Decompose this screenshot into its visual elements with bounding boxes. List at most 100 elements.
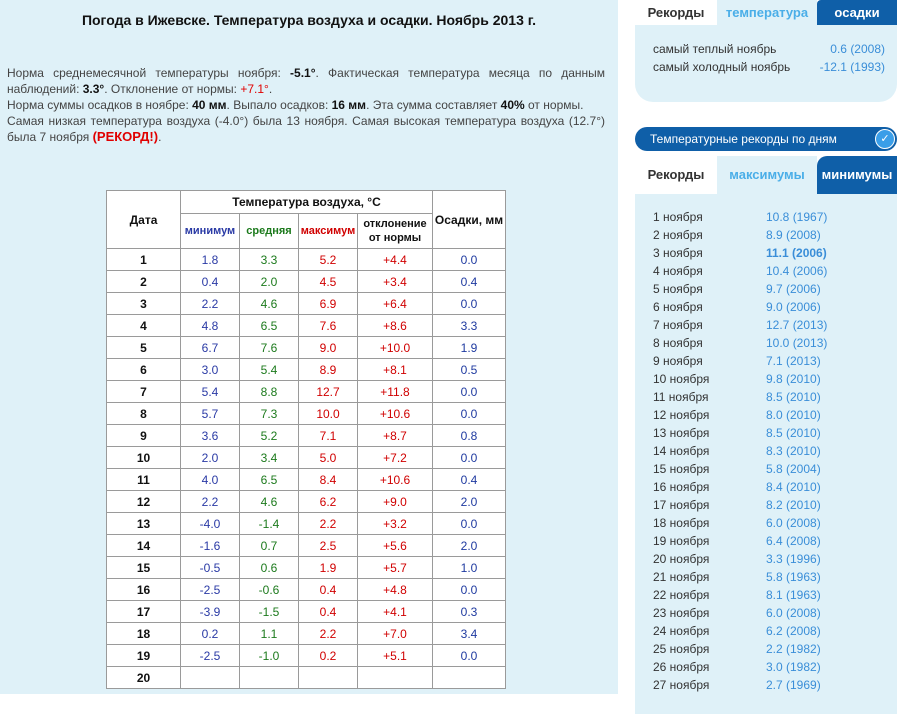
min-cell: 3.6: [180, 424, 240, 447]
day-cell: 4: [106, 314, 181, 337]
precip-cell: 0.0: [432, 248, 506, 271]
list-item: 14 ноября 8.3 (2010): [653, 444, 891, 462]
dev-cell: +10.6: [357, 468, 433, 491]
record-value: 9.8 (2010): [766, 372, 821, 386]
temperature-summary: Норма среднемесячной температуры ноября:…: [7, 66, 606, 96]
table-row: 3 2.2 4.6 6.9 +6.4 0.0: [106, 292, 506, 315]
tab-temperature[interactable]: температура: [717, 0, 817, 25]
record-value: 10.0 (2013): [766, 336, 828, 350]
list-item: 16 ноября 8.4 (2010): [653, 480, 891, 498]
table-row: 19 -2.5 -1.0 0.2 +5.1 0.0: [106, 644, 506, 667]
list-item: 17 ноября 8.2 (2010): [653, 498, 891, 516]
col-avg-header: средняя: [239, 213, 299, 249]
avg-cell: 8.8: [239, 380, 299, 403]
day-label: 1 ноября: [653, 210, 703, 224]
main-content: Погода в Ижевске. Температура воздуха и …: [0, 0, 618, 694]
precip-cell: 0.0: [432, 512, 506, 535]
max-cell: 2.2: [298, 512, 358, 535]
day-label: 16 ноября: [653, 480, 710, 494]
day-label: 8 ноября: [653, 336, 703, 350]
avg-cell: -1.4: [239, 512, 299, 535]
max-cell: 7.6: [298, 314, 358, 337]
list-item: 20 ноября 3.3 (1996): [653, 552, 891, 570]
day-cell: 10: [106, 446, 181, 469]
avg-cell: 3.3: [239, 248, 299, 271]
day-cell: 17: [106, 600, 181, 623]
table-body: 1 1.8 3.3 5.2 +4.4 0.0 2 0.4 2.0 4.5 +3.4 0.4 3 2.2 4.…: [106, 248, 506, 689]
list-item: 13 ноября 8.5 (2010): [653, 426, 891, 444]
avg-cell: -1.0: [239, 644, 299, 667]
max-cell: 8.9: [298, 358, 358, 381]
list-item: 1 ноября 10.8 (1967): [653, 210, 891, 228]
col-precip-header: Осадки, мм: [432, 190, 506, 249]
record-value: 3.3 (1996): [766, 552, 821, 566]
daily-records-header[interactable]: Температурные рекорды по дням ✓: [635, 127, 897, 151]
day-cell: 5: [106, 336, 181, 359]
table-row: 1 1.8 3.3 5.2 +4.4 0.0: [106, 248, 506, 271]
list-item: 24 ноября 6.2 (2008): [653, 624, 891, 642]
day-label: 7 ноября: [653, 318, 703, 332]
max-cell: 8.4: [298, 468, 358, 491]
min-cell: 5.7: [180, 402, 240, 425]
day-cell: 6: [106, 358, 181, 381]
table-row: 13 -4.0 -1.4 2.2 +3.2 0.0: [106, 512, 506, 535]
record-value: 12.7 (2013): [766, 318, 828, 332]
table-row: 12 2.2 4.6 6.2 +9.0 2.0: [106, 490, 506, 513]
list-item: 9 ноября 7.1 (2013): [653, 354, 891, 372]
table-row: 4 4.8 6.5 7.6 +8.6 3.3: [106, 314, 506, 337]
record-value: 8.2 (2010): [766, 498, 821, 512]
temp-norm: -5.1°: [290, 66, 316, 80]
list-item: 5 ноября 9.7 (2006): [653, 282, 891, 300]
dev-cell: +7.0: [357, 622, 433, 645]
dev-cell: +4.8: [357, 578, 433, 601]
avg-cell: 1.1: [239, 622, 299, 645]
avg-cell: 3.4: [239, 446, 299, 469]
chevron-down-icon[interactable]: ✓: [875, 129, 895, 149]
daily-records-list: 1 ноября 10.8 (1967) 2 ноября 8.9 (2008) 3 н…: [635, 194, 897, 714]
table-row: 16 -2.5 -0.6 0.4 +4.8 0.0: [106, 578, 506, 601]
tab-precipitation[interactable]: осадки: [817, 0, 897, 25]
table-row: 11 4.0 6.5 8.4 +10.6 0.4: [106, 468, 506, 491]
max-cell: 12.7: [298, 380, 358, 403]
col-temp-header: Температура воздуха, °С: [180, 190, 433, 214]
dev-cell: +5.7: [357, 556, 433, 579]
list-item: 25 ноября 2.2 (1982): [653, 642, 891, 660]
precip-cell: 0.0: [432, 402, 506, 425]
day-label: 12 ноября: [653, 408, 710, 422]
max-cell: 2.5: [298, 534, 358, 557]
tab-minimums[interactable]: минимумы: [817, 156, 897, 194]
precip-summary: Норма суммы осадков в ноябре: 40 мм. Вып…: [7, 98, 584, 112]
precip-cell: 0.8: [432, 424, 506, 447]
min-cell: 1.8: [180, 248, 240, 271]
min-cell: 0.2: [180, 622, 240, 645]
list-item: 4 ноября 10.4 (2006): [653, 264, 891, 282]
day-label: 18 ноября: [653, 516, 710, 530]
min-cell: 4.0: [180, 468, 240, 491]
record-value: 8.3 (2010): [766, 444, 821, 458]
day-cell: 12: [106, 490, 181, 513]
record-value: 10.4 (2006): [766, 264, 828, 278]
precip-cell: [432, 666, 506, 689]
day-label: 26 ноября: [653, 660, 710, 674]
record-value: 6.4 (2008): [766, 534, 821, 548]
record-value: 8.0 (2010): [766, 408, 821, 422]
day-label: 2 ноября: [653, 228, 703, 242]
dev-cell: +10.0: [357, 336, 433, 359]
record-badge: (РЕКОРД!): [92, 129, 159, 144]
max-cell: 0.2: [298, 644, 358, 667]
day-label: 10 ноября: [653, 372, 710, 386]
list-item: 2 ноября 8.9 (2008): [653, 228, 891, 246]
dev-cell: +8.6: [357, 314, 433, 337]
dev-cell: [357, 666, 433, 689]
temp-deviation: +7.1°: [240, 82, 269, 96]
day-cell: 1: [106, 248, 181, 271]
sidebar: Рекорды температура осадки самый теплый …: [635, 0, 897, 714]
table-row: 5 6.7 7.6 9.0 +10.0 1.9: [106, 336, 506, 359]
col-dev-header: отклонение от нормы: [357, 213, 433, 249]
tab-maximums[interactable]: максимумы: [717, 156, 817, 194]
avg-cell: 7.3: [239, 402, 299, 425]
dev-cell: +10.6: [357, 402, 433, 425]
table-row: 2 0.4 2.0 4.5 +3.4 0.4: [106, 270, 506, 293]
weather-table: Дата Температура воздуха, °С Осадки, мм …: [106, 190, 506, 689]
day-cell: 3: [106, 292, 181, 315]
